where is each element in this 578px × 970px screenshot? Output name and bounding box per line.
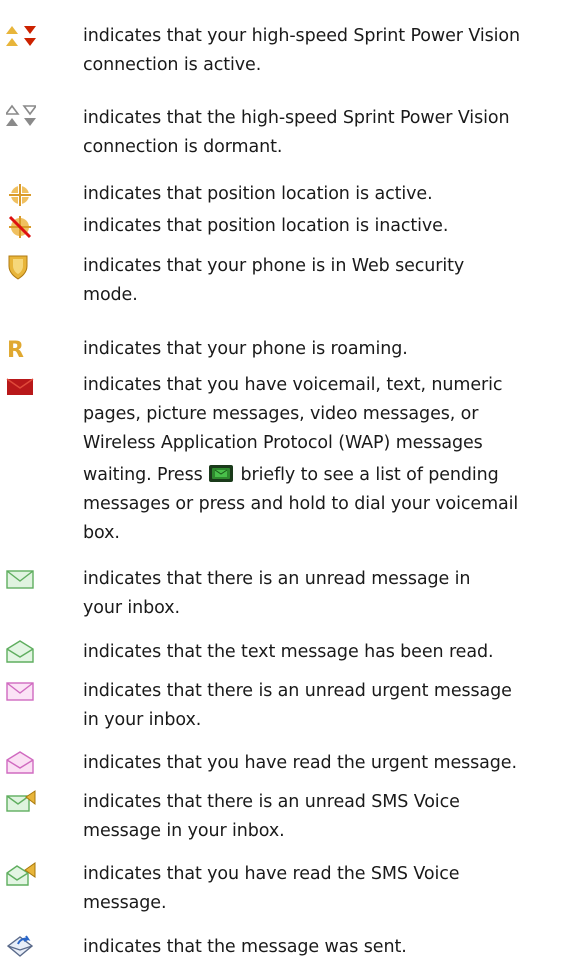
row-text-line: pages, picture messages, video messages,…: [83, 404, 479, 424]
row-text-line: mode.: [83, 285, 138, 305]
row-text-line: indicates that you have read the urgent …: [83, 753, 517, 773]
row-text-line: indicates that the text message has been…: [83, 642, 494, 662]
press-text-before: waiting. Press: [83, 465, 203, 485]
row-text-line: indicates that you have read the SMS Voi…: [83, 864, 460, 884]
position-location-active-icon: [6, 182, 36, 208]
message-sent-icon: [6, 934, 36, 960]
unread-message-envelope-icon: [6, 568, 36, 594]
row-text: indicates that the message was sent.: [83, 933, 575, 962]
row-text-line: indicates that the message was sent.: [83, 937, 407, 957]
row-text: indicates that position location is inac…: [83, 212, 575, 241]
row-text-line: indicates that there is an unread SMS Vo…: [83, 792, 460, 812]
row-text-line: your inbox.: [83, 598, 180, 618]
row-text: indicates that you have read the SMS Voi…: [83, 860, 575, 918]
row-text: indicates that the text message has been…: [83, 638, 575, 667]
row-text: indicates that there is an unread messag…: [83, 565, 575, 623]
row-text: indicates that you have read the urgent …: [83, 749, 575, 778]
roaming-r-icon: R: [6, 337, 36, 363]
unread-urgent-message-icon: [6, 680, 36, 706]
row-text-line: indicates that there is an unread urgent…: [83, 681, 512, 701]
row-text-line: connection is dormant.: [83, 137, 283, 157]
web-security-shield-icon: [6, 254, 36, 280]
row-text: indicates that you have voicemail, text,…: [83, 371, 575, 548]
power-vision-active-icon: [6, 24, 36, 50]
row-text-line: indicates that the high-speed Sprint Pow…: [83, 108, 510, 128]
row-text-line: messages or press and hold to dial your …: [83, 494, 519, 514]
power-vision-dormant-icon: [6, 104, 36, 130]
row-text-line: indicates that your phone is in Web secu…: [83, 256, 465, 276]
row-text: indicates that your high-speed Sprint Po…: [83, 22, 575, 80]
row-text-line: indicates that your phone is roaming.: [83, 339, 408, 359]
position-location-inactive-icon: [6, 214, 36, 240]
messaging-key-icon: [209, 463, 234, 482]
row-text-line: connection is active.: [83, 55, 262, 75]
row-text: indicates that your phone is in Web secu…: [83, 252, 575, 310]
read-sms-voice-icon: [6, 862, 36, 888]
press-text-after: briefly to see a list of pending: [240, 465, 499, 485]
row-text-line: indicates that you have voicemail, text,…: [83, 375, 503, 395]
row-text: indicates that there is an unread urgent…: [83, 677, 575, 735]
row-text-line: indicates that position location is inac…: [83, 216, 449, 236]
row-text: indicates that the high-speed Sprint Pow…: [83, 104, 575, 162]
unread-sms-voice-icon: [6, 790, 36, 816]
row-text-line: indicates that your high-speed Sprint Po…: [83, 26, 520, 46]
row-text-line: in your inbox.: [83, 710, 202, 730]
voicemail-envelope-icon: [6, 375, 36, 401]
read-text-message-icon: [6, 639, 36, 665]
row-text-line: Wireless Application Protocol (WAP) mess…: [83, 433, 483, 453]
row-text: indicates that there is an unread SMS Vo…: [83, 788, 575, 846]
row-text-line: message.: [83, 893, 167, 913]
row-text-line: box.: [83, 523, 120, 543]
read-urgent-message-icon: [6, 750, 36, 776]
row-text-line: indicates that there is an unread messag…: [83, 569, 471, 589]
row-text: indicates that your phone is roaming.: [83, 335, 575, 364]
row-text-line: indicates that position location is acti…: [83, 184, 433, 204]
svg-text:R: R: [7, 338, 24, 363]
row-text-line: waiting. Press briefly to see a list of …: [83, 461, 575, 490]
row-text: indicates that position location is acti…: [83, 180, 575, 209]
row-text-line: message in your inbox.: [83, 821, 285, 841]
